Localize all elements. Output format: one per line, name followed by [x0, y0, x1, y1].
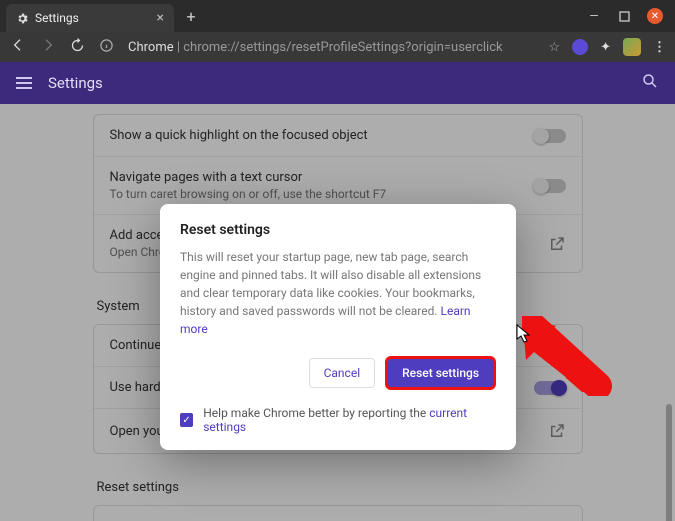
cancel-button[interactable]: Cancel — [309, 358, 376, 388]
menu-button[interactable]: ⋮ — [653, 40, 665, 55]
search-icon[interactable] — [641, 72, 659, 94]
new-tab-button[interactable]: + — [180, 5, 202, 27]
dialog-help-row: ✓ Help make Chrome better by reporting t… — [180, 406, 496, 434]
help-checkbox[interactable]: ✓ — [180, 413, 193, 427]
tab-title: Settings — [35, 11, 79, 25]
extensions-icon[interactable]: ✦ — [600, 40, 611, 55]
site-info-icon[interactable] — [99, 38, 114, 57]
settings-appbar: Settings — [0, 62, 675, 104]
cursor-icon — [516, 324, 532, 348]
omnibox[interactable]: Chrome | chrome://settings/resetProfileS… — [128, 40, 503, 55]
maximize-button[interactable] — [617, 9, 631, 23]
annotation-arrow — [522, 316, 612, 400]
minimize-button[interactable]: — — [587, 9, 601, 23]
browser-tab[interactable]: Settings × — [6, 4, 174, 32]
extension-icon-1[interactable] — [572, 39, 588, 55]
tab-close-icon[interactable]: × — [157, 10, 164, 26]
profile-avatar[interactable] — [623, 38, 641, 56]
dialog-title: Reset settings — [180, 222, 496, 238]
forward-button[interactable] — [40, 37, 56, 57]
reload-button[interactable] — [70, 38, 85, 57]
window-titlebar: Settings × + — ✕ — [0, 0, 675, 32]
toolbar: Chrome | chrome://settings/resetProfileS… — [0, 32, 675, 62]
menu-icon[interactable] — [16, 77, 32, 89]
gear-icon — [16, 12, 29, 25]
reset-settings-dialog: Reset settings This will reset your star… — [160, 204, 516, 450]
url-path: | chrome://settings/resetProfileSettings… — [177, 40, 503, 55]
url-host: Chrome — [128, 40, 174, 55]
window-controls: — ✕ — [587, 8, 675, 24]
dialog-body: This will reset your startup page, new t… — [180, 248, 496, 338]
appbar-title: Settings — [48, 74, 103, 92]
reset-settings-button[interactable]: Reset settings — [385, 356, 496, 390]
bookmark-icon[interactable]: ☆ — [548, 40, 560, 55]
window-close-button[interactable]: ✕ — [647, 8, 663, 24]
back-button[interactable] — [10, 37, 26, 57]
